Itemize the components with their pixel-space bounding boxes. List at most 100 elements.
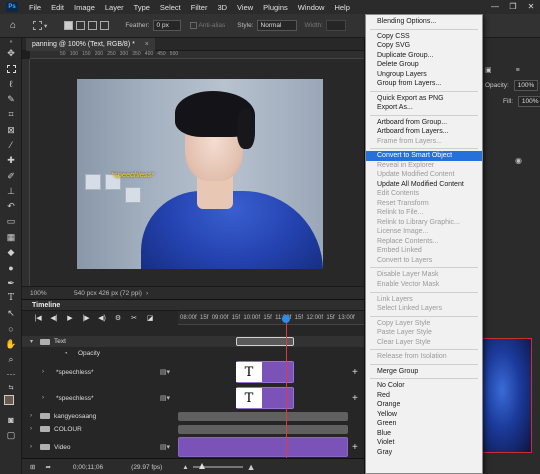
group-clip[interactable]	[178, 412, 348, 421]
convert-frame-icon[interactable]: ⊞	[30, 463, 35, 471]
chevron-down-icon[interactable]: ▾	[30, 338, 33, 345]
navigator-thumbnail[interactable]	[482, 338, 532, 453]
screen-mode-icon[interactable]: ▢	[0, 428, 22, 443]
document-tab[interactable]: panning @ 100% (Text, RGB/8) * ×	[26, 38, 155, 51]
type-tool-icon[interactable]: T	[0, 291, 22, 306]
blur-tool-icon[interactable]: ◆	[0, 245, 22, 260]
add-media-icon[interactable]: +	[352, 393, 358, 404]
menu-item-violet[interactable]: Violet	[366, 438, 482, 448]
dodge-tool-icon[interactable]: ●	[0, 260, 22, 275]
timeline-row-colour[interactable]: › COLOUR	[22, 423, 364, 435]
home-icon[interactable]: ⌂	[10, 20, 16, 31]
split-scissors-icon[interactable]: ✂	[126, 314, 142, 322]
swap-colors-icon[interactable]: ⇆	[0, 383, 22, 393]
film-strip-icon[interactable]: ▤▾	[160, 368, 170, 376]
timeline-row-speechless-2[interactable]: › *speechless* ▤▾ T +	[22, 386, 364, 410]
chevron-right-icon[interactable]: ›	[30, 444, 32, 450]
brush-tool-icon[interactable]: ✐	[0, 168, 22, 183]
zoom-out-mountain-icon[interactable]: ▲	[182, 464, 188, 471]
stopwatch-icon[interactable]: ◔	[64, 351, 68, 357]
chevron-right-icon[interactable]: ›	[30, 413, 32, 419]
add-selection-icon[interactable]	[76, 21, 86, 30]
subtract-selection-icon[interactable]	[88, 21, 98, 30]
current-timecode[interactable]: 0;00;11;06	[73, 464, 103, 471]
menu-filter[interactable]: Filter	[186, 3, 213, 12]
menu-item-export-as[interactable]: Export As...	[366, 103, 482, 113]
add-media-icon[interactable]: +	[352, 442, 358, 453]
menu-edit[interactable]: Edit	[46, 3, 69, 12]
menu-window[interactable]: Window	[293, 3, 330, 12]
menu-help[interactable]: Help	[329, 3, 354, 12]
menu-item-convert-to-smart-object[interactable]: Convert to Smart Object	[366, 151, 482, 161]
pen-tool-icon[interactable]: ✒	[0, 275, 22, 290]
more-tools-icon[interactable]: ⋯	[0, 367, 22, 382]
menu-item-ungroup-layers[interactable]: Ungroup Layers	[366, 70, 482, 80]
intersect-selection-icon[interactable]	[100, 21, 110, 30]
settings-gear-icon[interactable]: ⚙	[110, 314, 126, 322]
layer-visibility-icon[interactable]: ◉	[515, 156, 522, 165]
group-clip[interactable]	[178, 425, 348, 434]
menu-item-artboard-from-layers[interactable]: Artboard from Layers...	[366, 127, 482, 137]
menu-item-blending-options[interactable]: Blending Options...	[366, 17, 482, 27]
chevron-right-icon[interactable]: ›	[42, 369, 44, 375]
timeline-row-opacity[interactable]: ◔ Opacity	[22, 348, 364, 359]
transition-icon[interactable]: ◪	[142, 314, 158, 322]
menu-file[interactable]: File	[24, 3, 46, 12]
eraser-tool-icon[interactable]: ▭	[0, 214, 22, 229]
timeline-row-video[interactable]: › Video ▤▾ +	[22, 436, 364, 458]
marquee-preset-icon[interactable]: ▾	[30, 21, 47, 30]
clone-stamp-tool-icon[interactable]: ⊥	[0, 184, 22, 199]
antialias-checkbox[interactable]	[189, 22, 197, 29]
menu-image[interactable]: Image	[69, 3, 100, 12]
next-frame-icon[interactable]: |▶	[78, 314, 94, 322]
playhead-line[interactable]	[286, 318, 287, 458]
menu-item-artboard-from-group[interactable]: Artboard from Group...	[366, 118, 482, 128]
selection-mode-icons[interactable]	[61, 21, 110, 30]
document-info[interactable]: 540 pcx 426 px (72 ppi)	[74, 290, 142, 297]
move-tool-icon[interactable]: ✥	[0, 46, 22, 61]
menu-item-duplicate-group[interactable]: Duplicate Group...	[366, 51, 482, 61]
feather-input[interactable]: 0 px	[152, 20, 181, 31]
menu-item-gray[interactable]: Gray	[366, 448, 482, 458]
timeline-ruler[interactable]: 08:00f 15f 09:00f 15f 10:00f 15f 11:00f …	[178, 311, 364, 325]
menu-item-delete-group[interactable]: Delete Group	[366, 60, 482, 70]
menu-select[interactable]: Select	[155, 3, 186, 12]
hand-tool-icon[interactable]: ✋	[0, 337, 22, 352]
chevron-right-icon[interactable]: ›	[30, 426, 32, 432]
foreground-color-swatch[interactable]	[4, 394, 14, 405]
width-input[interactable]	[325, 20, 346, 31]
lock-icon[interactable]: ▣	[485, 67, 492, 74]
timeline-title[interactable]: Timeline	[32, 302, 60, 309]
opacity-input[interactable]: 100%	[513, 80, 539, 91]
timeline-row-speechless-1[interactable]: › *speechless* ▤▾ T +	[22, 360, 364, 384]
canvas-area[interactable]: *speechless*	[30, 59, 364, 286]
status-arrow-icon[interactable]: ›	[146, 290, 148, 297]
panel-menu-icon[interactable]: ≡	[516, 67, 520, 74]
toolbar-collapse-icon[interactable]: »	[0, 38, 22, 46]
close-tab-icon[interactable]: ×	[145, 41, 149, 48]
menu-plugins[interactable]: Plugins	[258, 3, 293, 12]
audio-icon[interactable]: ◀)	[94, 314, 110, 322]
quick-mask-icon[interactable]: ◙	[0, 413, 22, 428]
color-swatches[interactable]	[0, 393, 22, 413]
healing-brush-tool-icon[interactable]: ✚	[0, 153, 22, 168]
menu-item-group-from-layers[interactable]: Group from Layers...	[366, 79, 482, 89]
playhead-handle[interactable]	[282, 315, 290, 323]
menu-item-green[interactable]: Green	[366, 419, 482, 429]
menu-item-merge-group[interactable]: Merge Group	[366, 367, 482, 377]
shape-tool-icon[interactable]: ○	[0, 321, 22, 336]
zoom-in-mountain-icon[interactable]: ▲	[247, 462, 256, 472]
lasso-tool-icon[interactable]: ℓ	[0, 77, 22, 92]
timeline-zoom-slider[interactable]	[192, 463, 243, 469]
menu-layer[interactable]: Layer	[100, 3, 129, 12]
maximize-icon[interactable]: ❐	[504, 0, 522, 14]
fill-input[interactable]: 100%	[517, 96, 540, 107]
menu-item-quick-export-as-png[interactable]: Quick Export as PNG	[366, 94, 482, 104]
eyedropper-tool-icon[interactable]: ⁄	[0, 138, 22, 153]
film-strip-icon[interactable]: ▤▾	[160, 394, 170, 402]
marquee-tool-icon[interactable]	[0, 61, 22, 76]
slider-thumb[interactable]	[198, 463, 205, 469]
previous-frame-icon[interactable]: ◀|	[46, 314, 62, 322]
menu-type[interactable]: Type	[129, 3, 155, 12]
play-icon[interactable]: ▶	[62, 314, 78, 322]
